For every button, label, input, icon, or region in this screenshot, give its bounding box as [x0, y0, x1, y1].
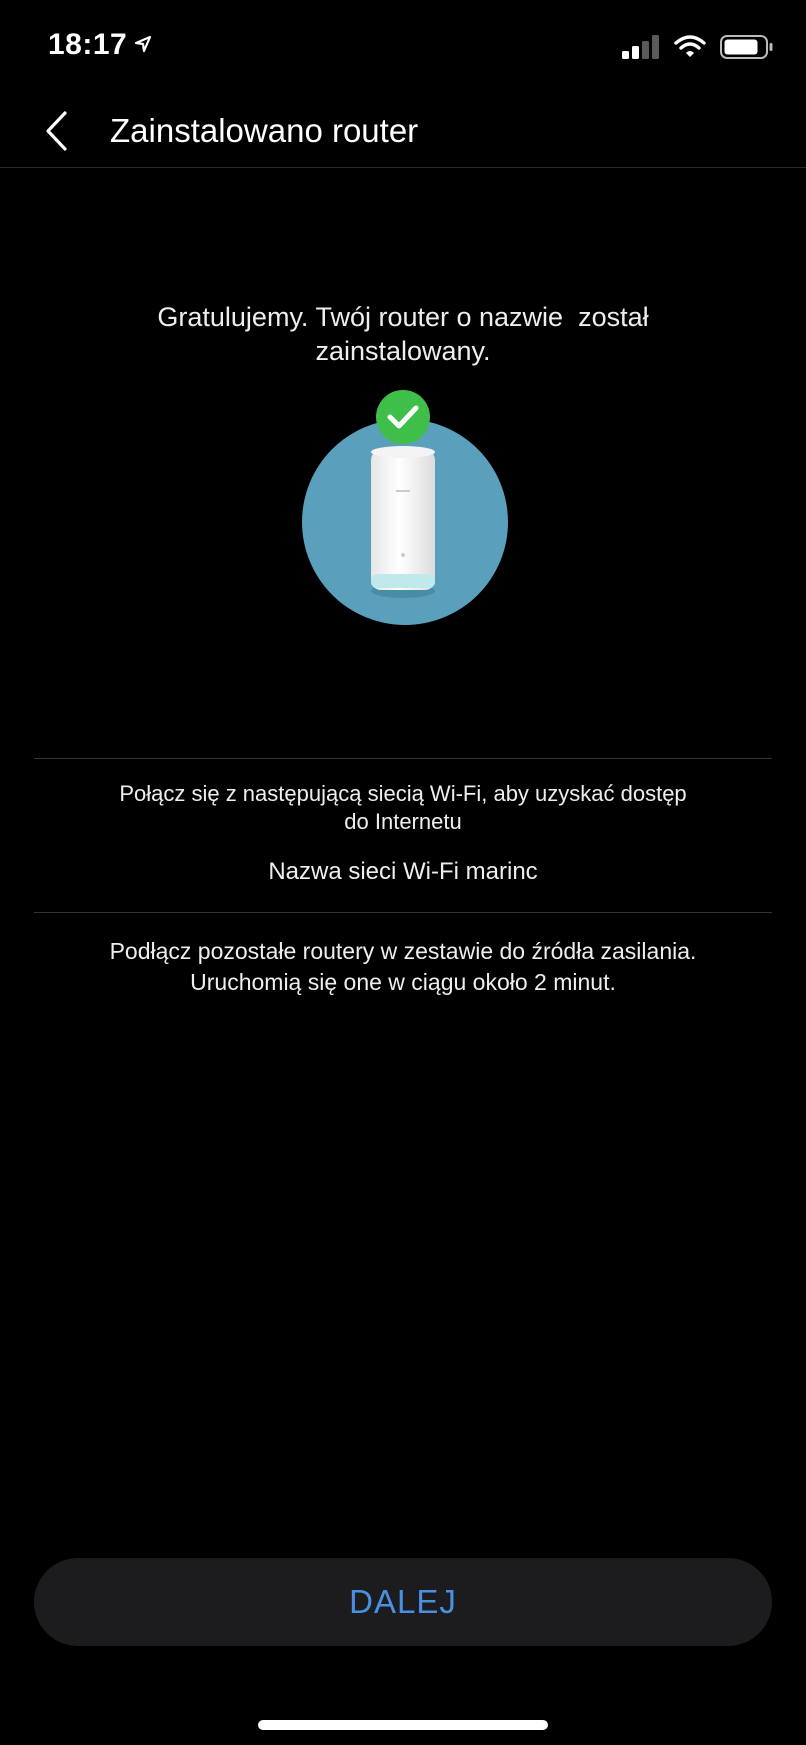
power-instruction: Podłącz pozostałe routery w zestawie do … [40, 936, 766, 998]
power-instruction-line-1: Podłącz pozostałe routery w zestawie do … [109, 938, 697, 964]
router-device [371, 450, 435, 590]
chevron-left-icon [43, 110, 69, 157]
status-icons [622, 34, 774, 65]
wifi-icon [674, 35, 706, 64]
next-button[interactable]: DALEJ [34, 1558, 772, 1646]
congratulations-line-2: zainstalowany. [315, 336, 491, 366]
clock-label: 18:17 [48, 28, 128, 61]
power-instruction-line-2: Uruchomią się one w ciągu około 2 minut. [190, 969, 616, 995]
congratulations-line-1: Gratulujemy. Twój router o nazwie został [157, 302, 649, 332]
back-button[interactable] [36, 108, 76, 158]
section-divider [34, 758, 772, 759]
home-indicator[interactable] [258, 1720, 548, 1730]
wifi-connect-instruction: Połącz się z następującą siecią Wi-Fi, a… [60, 780, 746, 836]
wifi-instruction-line-1: Połącz się z następującą siecią Wi-Fi, a… [119, 781, 687, 806]
wifi-network-name: Nazwa sieci Wi-Fi marinc [268, 858, 538, 885]
navigation-bar: Zainstalowano router [0, 100, 806, 168]
section-divider [34, 912, 772, 913]
wifi-instruction-line-2: do Internetu [344, 809, 462, 834]
status-time: 18:17 [48, 28, 153, 62]
location-arrow-icon [133, 28, 153, 62]
battery-icon [720, 34, 774, 65]
router-illustration [300, 390, 510, 630]
status-bar: 18:17 [0, 0, 806, 100]
page-title: Zainstalowano router [110, 112, 419, 149]
congratulations-message: Gratulujemy. Twój router o nazwie został… [80, 300, 726, 368]
checkmark-icon [376, 390, 430, 444]
nav-divider [0, 167, 806, 168]
cellular-signal-icon [622, 35, 660, 64]
